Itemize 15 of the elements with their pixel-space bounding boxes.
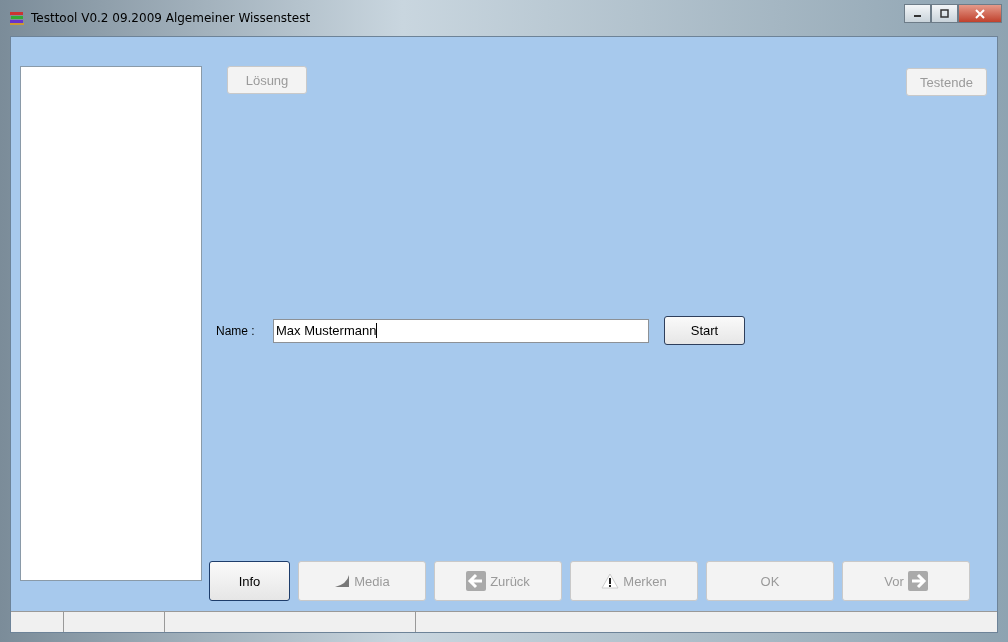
curve-icon	[334, 574, 351, 588]
right-arrow-icon	[907, 571, 928, 591]
close-button[interactable]	[958, 4, 1002, 23]
start-button[interactable]: Start	[664, 316, 745, 345]
books-icon	[9, 10, 25, 26]
name-input-field[interactable]: Max Mustermann	[273, 318, 649, 343]
minimize-button[interactable]	[904, 4, 931, 23]
nav-button[interactable]: Info	[209, 561, 290, 601]
warning-icon	[601, 573, 620, 589]
maximize-button[interactable]	[931, 4, 958, 23]
maximize-icon	[940, 9, 949, 18]
close-icon	[975, 8, 985, 19]
window-title: Testtool V0.2 09.2009 Algemeiner Wissenstest	[31, 11, 311, 25]
left-arrow-icon	[466, 571, 487, 591]
name-label: Name :	[216, 323, 256, 338]
